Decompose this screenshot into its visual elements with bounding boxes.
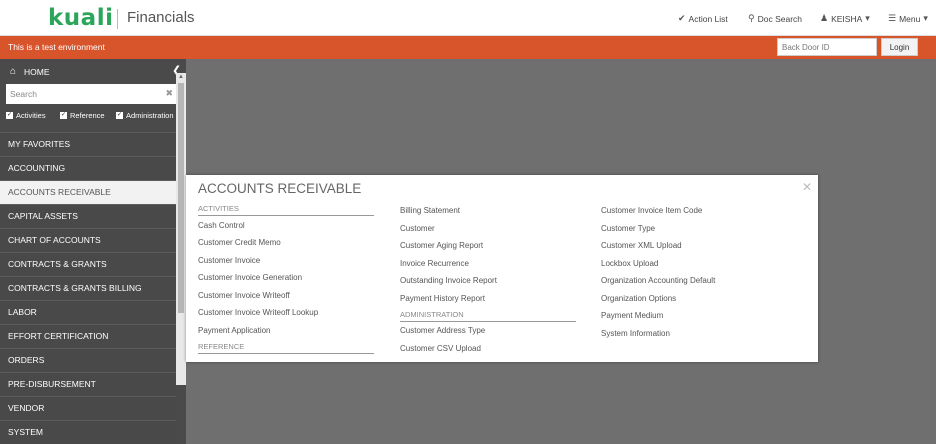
scroll-up-arrow-icon[interactable]: ▲ (178, 74, 184, 80)
main-menu[interactable]: ☰ Menu ▾ (888, 13, 928, 24)
link-lockbox-upload[interactable]: Lockbox Upload (601, 259, 658, 268)
link-billing-statement[interactable]: Billing Statement (400, 206, 460, 215)
checkbox-checked-icon[interactable]: ✓ (6, 112, 13, 119)
filter-checkboxes: ✓ Activities ✓ Reference ✓ Administratio… (6, 111, 182, 123)
sidebar-item-vendor[interactable]: VENDOR (0, 396, 176, 420)
filter-activities[interactable]: ✓ Activities (6, 111, 46, 120)
user-name: KEISHA (831, 13, 863, 24)
scrollbar-thumb[interactable] (178, 83, 184, 313)
checkbox-checked-icon[interactable]: ✓ (60, 112, 67, 119)
section-reference: REFERENCE (198, 342, 374, 354)
link-customer-csv-upload[interactable]: Customer CSV Upload (400, 344, 481, 353)
sidebar: ⌂ HOME ❮ ✖ ✓ Activities ✓ Reference ✓ Ad… (0, 59, 186, 444)
link-customer[interactable]: Customer (400, 224, 435, 233)
link-organization-options[interactable]: Organization Options (601, 294, 676, 303)
link-organization-accounting-default[interactable]: Organization Accounting Default (601, 276, 715, 285)
user-icon: ♟ (820, 13, 829, 23)
filter-label: Reference (70, 111, 105, 120)
sidebar-search: ✖ (6, 84, 178, 104)
doc-search-label: Doc Search (757, 13, 803, 24)
link-customer-invoice-writeoff-lookup[interactable]: Customer Invoice Writeoff Lookup (198, 308, 318, 317)
caret-down-icon: ▾ (923, 13, 928, 23)
sidebar-item-chart-of-accounts[interactable]: CHART OF ACCOUNTS (0, 228, 176, 252)
sidebar-item-system[interactable]: SYSTEM (0, 420, 176, 444)
logo-divider (117, 9, 118, 29)
sidebar-item-contracts-grants[interactable]: CONTRACTS & GRANTS (0, 252, 176, 276)
sidebar-item-contracts-grants-billing[interactable]: CONTRACTS & GRANTS BILLING (0, 276, 176, 300)
link-customer-invoice[interactable]: Customer Invoice (198, 256, 260, 265)
sidebar-item-effort-certification[interactable]: EFFORT CERTIFICATION (0, 324, 176, 348)
link-customer-credit-memo[interactable]: Customer Credit Memo (198, 238, 281, 247)
caret-down-icon: ▾ (865, 13, 870, 23)
link-customer-invoice-writeoff[interactable]: Customer Invoice Writeoff (198, 291, 290, 300)
link-system-information[interactable]: System Information (601, 329, 670, 338)
check-circle-icon: ✔ (678, 13, 686, 23)
home-link[interactable]: ⌂ HOME ❮ (0, 59, 186, 83)
filter-administration[interactable]: ✓ Administration (116, 111, 174, 120)
app-title: Financials (127, 9, 195, 26)
top-header: kuali Financials ✔ Action List ⚲ Doc Sea… (0, 0, 936, 36)
kuali-logo[interactable]: kuali (48, 5, 113, 31)
link-customer-invoice-generation[interactable]: Customer Invoice Generation (198, 273, 302, 282)
sidebar-item-capital-assets[interactable]: CAPITAL ASSETS (0, 204, 176, 228)
user-menu[interactable]: ♟ KEISHA ▾ (820, 13, 870, 24)
section-administration: ADMINISTRATION (400, 310, 576, 322)
link-customer-xml-upload[interactable]: Customer XML Upload (601, 241, 682, 250)
link-customer-address-type[interactable]: Customer Address Type (400, 326, 485, 335)
menu-label: Menu (899, 13, 921, 24)
link-customer-aging-report[interactable]: Customer Aging Report (400, 241, 483, 250)
doc-search-link[interactable]: ⚲ Doc Search (748, 13, 802, 24)
checkbox-checked-icon[interactable]: ✓ (116, 112, 123, 119)
sidebar-item-pre-disbursement[interactable]: PRE-DISBURSEMENT (0, 372, 176, 396)
link-cash-control[interactable]: Cash Control (198, 221, 245, 230)
sidebar-item-accounts-receivable[interactable]: ACCOUNTS RECEIVABLE (0, 180, 176, 204)
accounts-receivable-menu-panel: ACCOUNTS RECEIVABLE ✕ ACTIVITIES Cash Co… (186, 175, 818, 362)
sidebar-item-accounting[interactable]: ACCOUNTING (0, 156, 176, 180)
sidebar-item-labor[interactable]: LABOR (0, 300, 176, 324)
link-customer-type[interactable]: Customer Type (601, 224, 655, 233)
clear-search-icon[interactable]: ✖ (165, 88, 173, 99)
home-icon: ⌂ (10, 66, 17, 77)
link-payment-history-report[interactable]: Payment History Report (400, 294, 485, 303)
hamburger-icon: ☰ (888, 13, 897, 23)
sidebar-item-orders[interactable]: ORDERS (0, 348, 176, 372)
sidebar-nav: MY FAVORITES ACCOUNTING ACCOUNTS RECEIVA… (0, 132, 176, 444)
search-input[interactable] (6, 84, 178, 104)
back-door-id-input[interactable] (777, 38, 877, 56)
sidebar-item-my-favorites[interactable]: MY FAVORITES (0, 132, 176, 156)
link-payment-medium[interactable]: Payment Medium (601, 311, 663, 320)
close-icon[interactable]: ✕ (802, 180, 812, 194)
action-list-link[interactable]: ✔ Action List (678, 13, 728, 24)
filter-label: Activities (16, 111, 46, 120)
section-activities: ACTIVITIES (198, 204, 374, 216)
filter-label: Administration (126, 111, 174, 120)
environment-message: This is a test environment (8, 42, 105, 52)
action-list-label: Action List (688, 13, 728, 24)
home-label: HOME (24, 67, 50, 77)
filter-reference[interactable]: ✓ Reference (60, 111, 105, 120)
link-customer-invoice-item-code[interactable]: Customer Invoice Item Code (601, 206, 702, 215)
login-button[interactable]: Login (881, 38, 918, 56)
sidebar-scrollbar[interactable]: ▲ (176, 73, 186, 385)
search-icon: ⚲ (748, 13, 755, 23)
link-outstanding-invoice-report[interactable]: Outstanding Invoice Report (400, 276, 497, 285)
panel-title: ACCOUNTS RECEIVABLE (198, 181, 362, 196)
link-payment-application[interactable]: Payment Application (198, 326, 271, 335)
link-invoice-recurrence[interactable]: Invoice Recurrence (400, 259, 469, 268)
